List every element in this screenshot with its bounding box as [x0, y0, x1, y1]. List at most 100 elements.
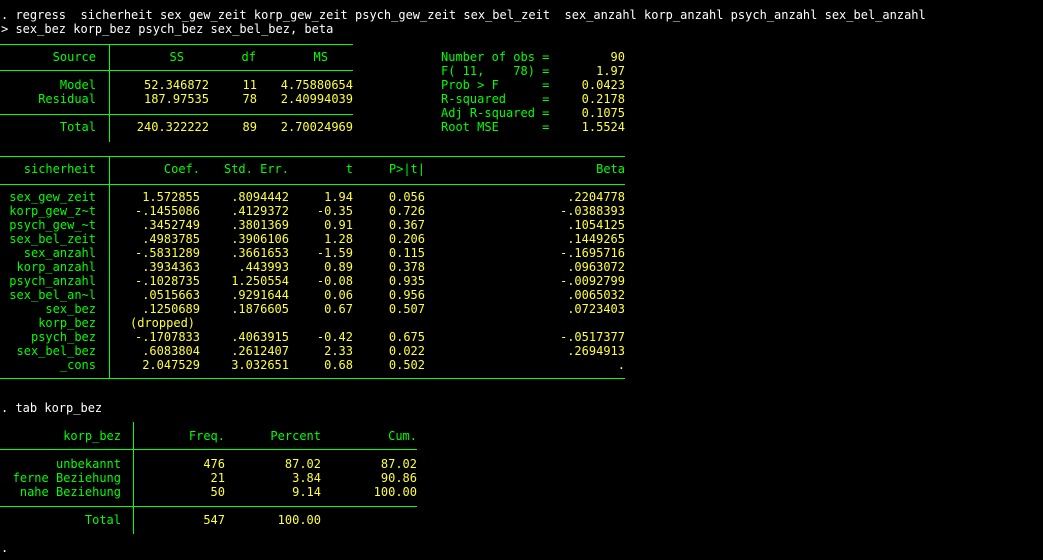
coef-header-rule [0, 184, 625, 185]
coef-p: 0.935 [388, 274, 425, 288]
tab-header-cum: Cum. [388, 429, 417, 443]
tab-cum-unbekannt: 87.02 [380, 457, 417, 471]
coef-t [290, 316, 353, 330]
tab-label-total: Total [84, 513, 121, 527]
coef-var: sex_anzahl [23, 246, 96, 260]
coef-header-p: P>|t| [388, 162, 425, 176]
coef-coef: .3934363 [142, 260, 200, 274]
coef-beta: -.0517377 [559, 330, 625, 344]
coef-beta: .2204778 [567, 190, 625, 204]
coef-beta [426, 316, 625, 330]
stat-label-nobs: Number of obs = [441, 50, 550, 64]
tab-freq-unbekannt: 476 [203, 457, 225, 471]
coef-coef: -.1028735 [134, 274, 200, 288]
stat-label-prob-f: Prob > F = [441, 78, 550, 92]
anova-header-df: df [241, 50, 256, 64]
coef-beta: -.0092799 [559, 274, 625, 288]
coef-t: 2.33 [324, 344, 353, 358]
stat-label-root-mse: Root MSE = [441, 120, 550, 134]
coef-stderr: 1.250554 [231, 274, 289, 288]
coef-var: sex_bez [45, 302, 96, 316]
coef-var: sex_gew_zeit [9, 190, 96, 204]
coef-var: psych_gew_~t [9, 218, 96, 232]
coef-p [354, 316, 425, 330]
coef-stderr: .443993 [238, 260, 289, 274]
coef-header-beta: Beta [596, 162, 625, 176]
coef-var: psych_bez [30, 330, 96, 344]
anova-ss-total: 240.322222 [136, 120, 209, 134]
coef-p: 0.726 [388, 204, 425, 218]
anova-ms-model: 4.75880654 [280, 78, 353, 92]
coef-beta: .0963072 [567, 260, 625, 274]
coef-beta: . [617, 358, 625, 372]
anova-source-total: Total [59, 120, 96, 134]
coef-p: 0.022 [388, 344, 425, 358]
stat-label-r-squared: R-squared = [441, 92, 550, 106]
coef-t: -0.35 [316, 204, 353, 218]
anova-ms-total: 2.70024969 [280, 120, 353, 134]
coef-coef: .6083804 [142, 344, 200, 358]
coef-bottom-rule [0, 378, 625, 379]
anova-source-model: Model [59, 78, 96, 92]
coef-beta: .2694913 [567, 344, 625, 358]
coef-var: korp_gew_z~t [9, 204, 96, 218]
coef-t: 0.91 [324, 218, 353, 232]
tab-percent-nahe-beziehung: 9.14 [292, 485, 321, 499]
coef-stderr: .3801369 [231, 218, 289, 232]
coef-coef: .1250689 [142, 302, 200, 316]
tab-header-percent: Percent [270, 429, 321, 443]
stat-value-root-mse: 1.5524 [581, 120, 625, 134]
coef-stderr: .4063915 [231, 330, 289, 344]
anova-df-total: 89 [242, 120, 257, 134]
stat-value-f: 1.97 [596, 64, 625, 78]
coef-var: psych_anzahl [9, 274, 96, 288]
tab-freq-ferne-beziehung: 21 [210, 471, 225, 485]
coef-top-rule [0, 156, 625, 157]
anova-header-source: Source [52, 50, 96, 64]
tab-percent-total: 100.00 [277, 513, 321, 527]
coef-stderr: .2612407 [231, 344, 289, 358]
coef-coef: -.1455086 [134, 204, 200, 218]
coef-stderr: .3906106 [231, 232, 289, 246]
coef-p: 0.056 [388, 190, 425, 204]
coef-t: 1.94 [324, 190, 353, 204]
coef-stderr: .9291644 [231, 288, 289, 302]
coef-coef: 1.572855 [142, 190, 200, 204]
anova-df-model: 11 [242, 78, 257, 92]
coef-coef: -.1707833 [134, 330, 200, 344]
tab-command-line: . tab korp_bez [1, 401, 103, 415]
tab-header-freq: Freq. [188, 429, 225, 443]
stat-label-f: F( 11, 78) = [441, 64, 550, 78]
coef-p: 0.675 [388, 330, 425, 344]
coef-header-t: t [345, 162, 353, 176]
coef-stderr: .4129372 [231, 204, 289, 218]
coef-p: 0.502 [388, 358, 425, 372]
tab-label-unbekannt: unbekannt [55, 457, 121, 471]
command-prompt[interactable]: . [1, 541, 8, 555]
coef-p: 0.367 [388, 218, 425, 232]
coef-p: 0.956 [388, 288, 425, 302]
tab-freq-nahe-beziehung: 50 [210, 485, 225, 499]
stat-label-adj-r-squared: Adj R-squared = [441, 106, 550, 120]
tab-total-rule [0, 506, 417, 507]
tab-percent-unbekannt: 87.02 [284, 457, 321, 471]
coef-coef: .0515663 [142, 288, 200, 302]
coef-beta: -.1695716 [559, 246, 625, 260]
coef-stderr: .8094442 [231, 190, 289, 204]
anova-ss-model: 52.346872 [143, 78, 209, 92]
anova-header-ss: SS [169, 50, 184, 64]
coef-coef: -.5831289 [134, 246, 200, 260]
coef-var: _cons [59, 358, 96, 372]
stata-results-window: . regress sicherheit sex_gew_zeit korp_g… [0, 0, 1043, 560]
anova-ss-residual: 187.97535 [143, 92, 209, 106]
anova-source-residual: Residual [38, 92, 96, 106]
tab-cum-ferne-beziehung: 90.86 [380, 471, 417, 485]
coef-var: korp_anzahl [16, 260, 96, 274]
regress-command-line-1: . regress sicherheit sex_gew_zeit korp_g… [1, 8, 926, 22]
coef-p: 0.378 [388, 260, 425, 274]
tab-cum-nahe-beziehung: 100.00 [373, 485, 417, 499]
coef-p: 0.115 [388, 246, 425, 260]
stat-value-prob-f: 0.0423 [581, 78, 625, 92]
coef-t: -1.59 [316, 246, 353, 260]
tab-freq-total: 547 [203, 513, 225, 527]
